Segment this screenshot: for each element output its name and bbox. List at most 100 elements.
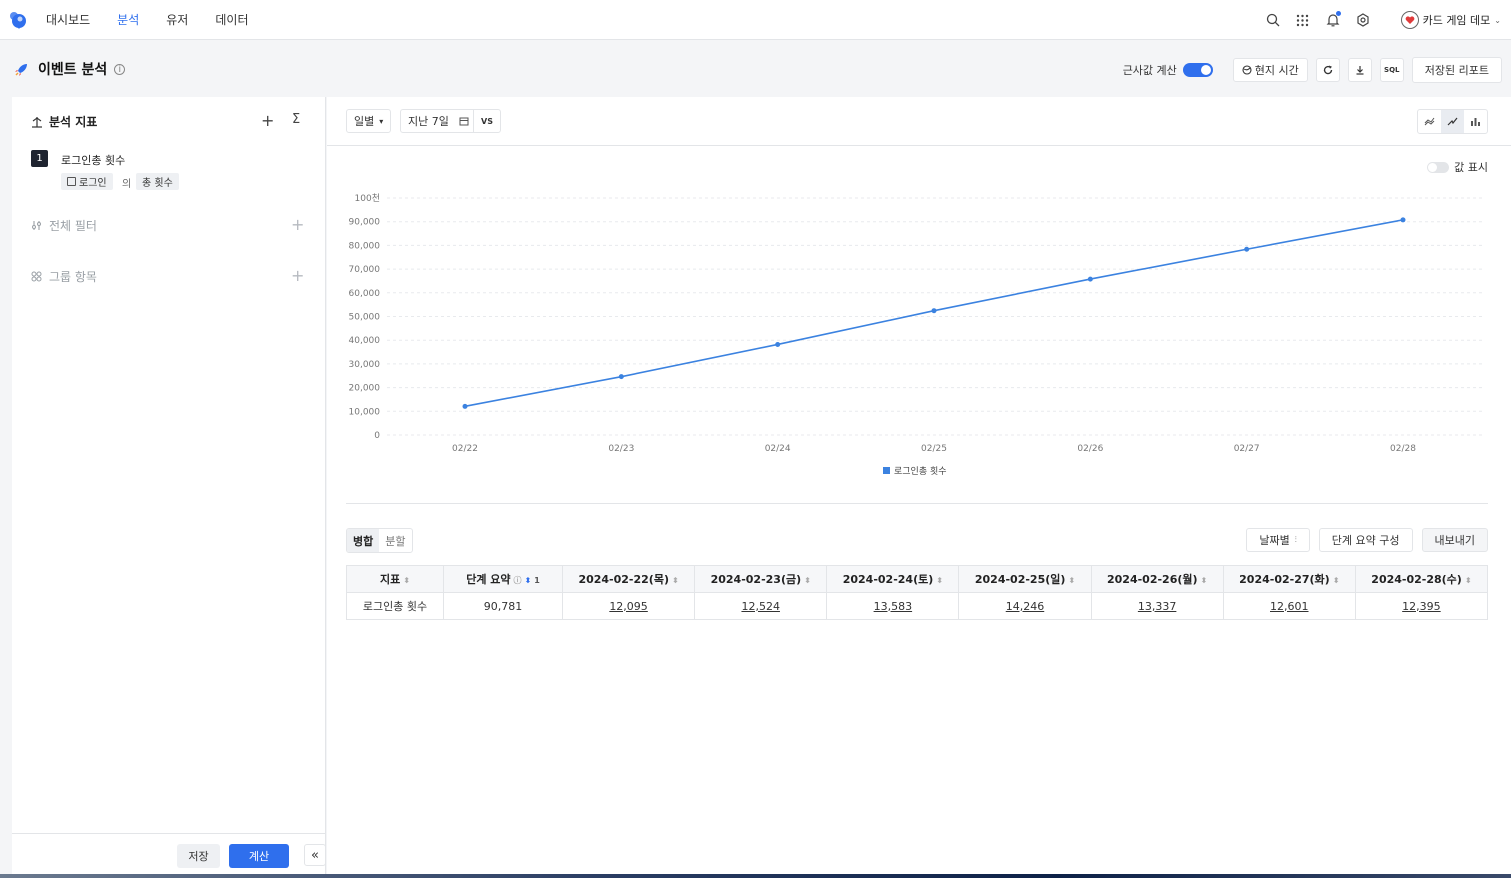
table-header-cell[interactable]: 2024-02-26(월) ⬍ [1090, 565, 1224, 593]
account-menu[interactable]: 카드 게임 데모 ⌄ [1400, 11, 1501, 29]
by-date-button[interactable]: 날짜별 ⫶ [1246, 528, 1310, 552]
sort-icon[interactable]: ⬍ [804, 576, 811, 585]
approx-toggle[interactable] [1182, 63, 1213, 77]
table-cell-value[interactable]: 13,337 [1090, 592, 1224, 620]
sort-icon[interactable]: ⬍ [1465, 576, 1472, 585]
save-button[interactable]: 저장 [177, 844, 220, 868]
table-actions: 날짜별 ⫶ 단계 요약 구성 내보내기 [1237, 528, 1488, 552]
table-cell-value[interactable]: 12,524 [694, 592, 828, 620]
data-point[interactable] [1400, 217, 1406, 223]
info-icon[interactable]: ⓘ [514, 576, 522, 585]
merge-split-toggle: 병합 분할 [346, 528, 413, 553]
sort-order-index: 1 [534, 576, 540, 585]
sort-icon[interactable]: ⬍ [1333, 576, 1340, 585]
download-icon [1356, 66, 1364, 75]
table-header-cell[interactable]: 지표 ⬍ [346, 565, 444, 593]
sql-button[interactable]: SQL [1379, 58, 1404, 82]
table-header-cell[interactable]: 단계 요약 ⓘ ⬍ 1 [443, 565, 563, 593]
x-tick-label: 02/27 [1234, 444, 1260, 454]
apps-grid-icon[interactable] [1295, 12, 1311, 28]
table-cell-value[interactable]: 12,601 [1222, 592, 1356, 620]
table-header-row: 지표 ⬍ 단계 요약 ⓘ ⬍ 1 2024-02-22(목) ⬍ 2024-02-23(금… [346, 565, 1489, 593]
add-filter-button[interactable]: + [291, 215, 304, 234]
bar-chart-icon[interactable] [1464, 110, 1487, 133]
split-tab[interactable]: 분할 [379, 529, 411, 552]
metrics-section-header: 분석 지표 [30, 113, 97, 130]
table-cell-value[interactable]: 12,395 [1354, 592, 1489, 620]
data-point[interactable] [931, 308, 937, 314]
y-tick-label: 10,000 [349, 407, 381, 417]
data-point[interactable] [1244, 246, 1250, 252]
event-chip[interactable]: 로그인 [61, 173, 113, 190]
y-tick-label: 60,000 [349, 289, 381, 299]
add-metric-button[interactable]: + [261, 111, 274, 130]
sort-icon[interactable]: ⬍ [672, 576, 679, 585]
table-cell-value[interactable]: 12,095 [561, 592, 696, 620]
table-cell-value[interactable]: 13,583 [826, 592, 960, 620]
refresh-icon [1323, 65, 1332, 75]
sort-icon[interactable]: ⬍ [1201, 576, 1208, 585]
search-icon[interactable] [1265, 12, 1281, 28]
compare-vs-button[interactable]: VS [473, 109, 501, 133]
collapse-panel-button[interactable]: « [304, 844, 326, 866]
avatar [1400, 11, 1419, 29]
info-icon[interactable]: i [114, 63, 126, 75]
table-header-cell[interactable]: 2024-02-22(목) ⬍ [561, 565, 696, 593]
export-button[interactable]: 내보내기 [1421, 528, 1488, 552]
legend-label[interactable]: 로그인총 횟수 [894, 465, 947, 477]
query-builder-panel: 분석 지표 + Σ 1 로그인총 횟수 로그인 의 총 횟수 전체 필터 + 그… [12, 97, 326, 878]
y-tick-label: 0 [374, 431, 380, 441]
date-range-value: 지난 7일 [408, 115, 449, 128]
event-chip-label: 로그인 [79, 178, 107, 189]
table-header-cell[interactable]: 2024-02-24(토) ⬍ [826, 565, 960, 593]
app-logo-icon[interactable] [8, 10, 28, 30]
sort-icon[interactable]: ⬍ [403, 576, 410, 585]
data-point[interactable] [1087, 276, 1093, 282]
show-values-label: 값 표시 [1454, 161, 1488, 174]
table-header-cell[interactable]: 2024-02-25(일) ⬍ [958, 565, 1092, 593]
sum-button[interactable]: Σ [292, 112, 300, 127]
table-cell-value[interactable]: 14,246 [958, 592, 1092, 620]
merge-tab[interactable]: 병합 [347, 529, 380, 552]
gear-icon[interactable] [1355, 12, 1371, 28]
legend-swatch [883, 467, 890, 474]
table-header-cell[interactable]: 2024-02-27(화) ⬍ [1222, 565, 1356, 593]
group-title: 그룹 항목 [49, 270, 97, 284]
rocket-icon [15, 63, 27, 76]
bell-icon[interactable] [1325, 11, 1341, 28]
page-header: 이벤트 분석 i 근사값 계산 현지 시간 SQL 저장된 리포트 [0, 41, 1511, 97]
nav-item-analysis[interactable]: 분석 [117, 11, 139, 28]
period-select[interactable]: 일별 ▾ [346, 109, 392, 133]
table-cell-metric: 로그인총 횟수 [346, 592, 444, 620]
saved-report-button[interactable]: 저장된 리포트 [1411, 57, 1502, 83]
refresh-button[interactable] [1315, 58, 1340, 82]
y-tick-label: 30,000 [349, 360, 381, 370]
date-range-select[interactable]: 지난 7일 [400, 109, 477, 133]
sort-icon[interactable]: ⬍ [936, 576, 943, 585]
area-chart-icon[interactable] [1418, 110, 1441, 133]
show-values-switch[interactable] [1427, 161, 1450, 173]
top-nav: 대시보드 분석 유저 데이터 카드 게임 데모 ⌄ [0, 0, 1511, 40]
data-point[interactable] [775, 341, 781, 347]
group-icon [30, 270, 43, 283]
data-point[interactable] [462, 403, 468, 409]
nav-item-dashboard[interactable]: 대시보드 [46, 11, 90, 28]
sort-icon[interactable]: ⬍ [1068, 576, 1075, 585]
sort-icon[interactable]: ⬍ [525, 576, 532, 585]
nav-item-users[interactable]: 유저 [166, 11, 188, 28]
show-values-toggle[interactable]: 값 표시 [1427, 159, 1488, 175]
local-time-button[interactable]: 현지 시간 [1232, 58, 1308, 82]
event-icon [67, 177, 76, 186]
calculate-button[interactable]: 계산 [229, 844, 289, 868]
line-chart-icon[interactable] [1441, 110, 1464, 133]
add-group-button[interactable]: + [291, 266, 304, 285]
download-button[interactable] [1347, 58, 1372, 82]
table-header-cell[interactable]: 2024-02-23(금) ⬍ [694, 565, 828, 593]
aggregation-chip[interactable]: 총 횟수 [136, 173, 179, 190]
metric-name[interactable]: 로그인총 횟수 [61, 152, 125, 168]
y-tick-label: 40,000 [349, 336, 381, 346]
nav-item-data[interactable]: 데이터 [215, 11, 248, 28]
table-header-cell[interactable]: 2024-02-28(수) ⬍ [1354, 565, 1489, 593]
stage-summary-config-button[interactable]: 단계 요약 구성 [1318, 528, 1413, 552]
data-point[interactable] [618, 374, 624, 380]
